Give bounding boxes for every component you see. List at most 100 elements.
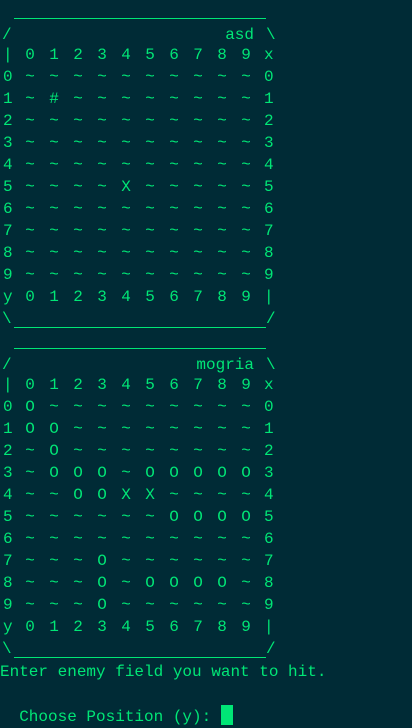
board-cell: ~	[121, 156, 131, 174]
row-label-left: 7	[3, 222, 13, 240]
grid-label: x	[264, 46, 274, 64]
board-cell: ~	[49, 156, 59, 174]
board-cell: O	[49, 464, 59, 482]
grid-label: 7	[193, 376, 203, 394]
board-row: 9 ~ ~ ~ O ~ ~ ~ ~ ~ ~9	[0, 594, 290, 616]
board-cell: ~	[145, 420, 155, 438]
board-cell: ~	[217, 156, 227, 174]
board-cell: ~	[121, 90, 131, 108]
grid-label: |	[264, 288, 274, 306]
row-label-right: 9	[264, 266, 274, 284]
board-row: 2 ~ ~ ~ ~ ~ ~ ~ ~ ~ ~2	[0, 110, 290, 132]
board-cell: ~	[169, 266, 179, 284]
prompt-instruction: Enter enemy field you want to hit.	[0, 663, 327, 681]
board-row: 6 ~ ~ ~ ~ ~ ~ ~ ~ ~ ~6	[0, 198, 290, 220]
row-label-left: 3	[3, 134, 13, 152]
row-label-left: 2	[3, 442, 13, 460]
grid-label: 8	[217, 288, 227, 306]
board-top-border	[14, 348, 266, 349]
board-cell: ~	[73, 90, 83, 108]
grid-label: 6	[169, 618, 179, 636]
board-cell: O	[169, 574, 179, 592]
prompt-label: Choose Position (y):	[19, 708, 221, 726]
row-label-right: 7	[264, 552, 274, 570]
grid-label: 3	[97, 376, 107, 394]
board-cell: ~	[49, 552, 59, 570]
board-cell: ~	[193, 112, 203, 130]
grid-label: 1	[49, 376, 59, 394]
grid-label: 9	[241, 288, 251, 306]
board-corner-bottom-right: /	[266, 310, 276, 328]
board-cell: ~	[25, 244, 35, 262]
row-label-right: 4	[264, 156, 274, 174]
row-label-left: 6	[3, 530, 13, 548]
board-cell: ~	[25, 222, 35, 240]
board-cell: ~	[217, 442, 227, 460]
board-cell: O	[73, 464, 83, 482]
board-cell: O	[73, 486, 83, 504]
row-label-right: 3	[264, 464, 274, 482]
board-cell: ~	[145, 530, 155, 548]
row-label-right: 7	[264, 222, 274, 240]
board-cell: ~	[193, 442, 203, 460]
board-row: 0 ~ ~ ~ ~ ~ ~ ~ ~ ~ ~0	[0, 66, 290, 88]
grid-label: 9	[241, 618, 251, 636]
board-cell: ~	[193, 200, 203, 218]
board-cell: ~	[25, 200, 35, 218]
board-cell: ~	[97, 200, 107, 218]
board-cell: ~	[73, 244, 83, 262]
board-cell: ~	[73, 68, 83, 86]
board-cell: ~	[97, 530, 107, 548]
board-cell: O	[241, 464, 251, 482]
board-cell: ~	[241, 68, 251, 86]
board-cell: ~	[169, 134, 179, 152]
row-label-left: 1	[3, 90, 13, 108]
board-cell: ~	[73, 178, 83, 196]
grid-label: 8	[217, 376, 227, 394]
board-cell: ~	[121, 398, 131, 416]
board-cell: ~	[121, 134, 131, 152]
grid-label: 7	[193, 46, 203, 64]
board-row: 4 ~ ~ O O X X ~ ~ ~ ~4	[0, 484, 290, 506]
grid-label: y	[3, 288, 13, 306]
board-row: 4 ~ ~ ~ ~ ~ ~ ~ ~ ~ ~4	[0, 154, 290, 176]
board-cell: ~	[217, 222, 227, 240]
row-label-right: 3	[264, 134, 274, 152]
board-cell: ~	[145, 200, 155, 218]
board-cell: ~	[97, 244, 107, 262]
board-corner-top-left: /	[2, 26, 12, 44]
board-row: 5 ~ ~ ~ ~ ~ ~ O O O O 5	[0, 506, 290, 528]
grid-label: 1	[49, 618, 59, 636]
text-cursor[interactable]	[220, 705, 233, 725]
board-row: 1 ~ # ~ ~ ~ ~ ~ ~ ~ ~1	[0, 88, 290, 110]
board-cell: X	[145, 486, 155, 504]
board-cell: ~	[97, 90, 107, 108]
board-cell: X	[121, 178, 131, 196]
board-cell: ~	[25, 530, 35, 548]
board-cell: ~	[145, 266, 155, 284]
board-cell: O	[97, 464, 107, 482]
row-label-left: 6	[3, 200, 13, 218]
board-cell: ~	[169, 200, 179, 218]
board-cell: O	[169, 508, 179, 526]
row-label-left: 5	[3, 508, 13, 526]
board-cell: ~	[121, 574, 131, 592]
board-cell: ~	[193, 552, 203, 570]
board-cell: ~	[241, 398, 251, 416]
board-cell: ~	[169, 486, 179, 504]
board-corner-top-left: /	[2, 356, 12, 374]
row-label-right: 0	[264, 398, 274, 416]
grid-label: 4	[121, 288, 131, 306]
grid-label: 5	[145, 46, 155, 64]
board-cell: ~	[145, 134, 155, 152]
board-cell: ~	[241, 266, 251, 284]
board-cell: ~	[241, 442, 251, 460]
board-cell: ~	[121, 530, 131, 548]
board-cell: ~	[25, 464, 35, 482]
grid-label: 4	[121, 376, 131, 394]
row-label-right: 1	[264, 90, 274, 108]
board-cell: ~	[169, 420, 179, 438]
board-cell: ~	[49, 574, 59, 592]
board-cell: O	[217, 574, 227, 592]
board-cell: ~	[169, 244, 179, 262]
